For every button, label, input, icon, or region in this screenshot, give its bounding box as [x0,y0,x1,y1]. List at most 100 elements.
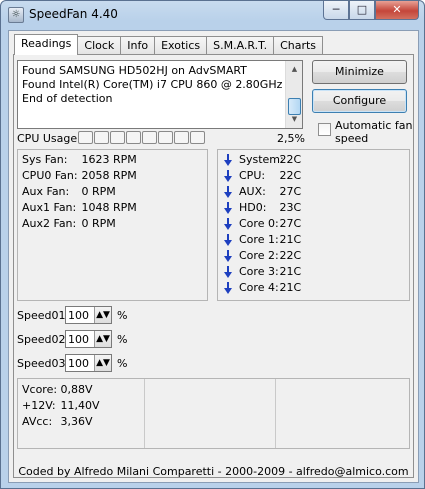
speed03-value[interactable]: 100 [68,357,89,370]
status-bar: Coded by Alfredo Milani Comparetti - 200… [18,465,409,478]
minimize-button[interactable]: Minimize [312,60,407,84]
detection-log[interactable]: Found SAMSUNG HD502HJ on AdvSMART Found … [17,60,303,129]
temperature-name: Core 2: [239,249,279,262]
speed02-unit: % [117,333,128,346]
arrow-down-icon [224,201,233,214]
temperature-name: Core 1: [239,233,279,246]
close-window-button[interactable]: ✕ [375,1,419,20]
speed01-unit: % [117,309,128,322]
minimize-window-button[interactable]: ─ [323,1,349,20]
temperature-value: 27C [279,185,302,198]
temperature-row: System: 22C [224,153,301,166]
arrow-down-icon [224,265,233,278]
arrow-down-icon [224,185,233,198]
cpu-core-meter [78,131,93,144]
fan-row: Aux Fan: 0 RPM [22,185,116,198]
configure-button[interactable]: Configure [312,89,407,113]
fan-row: Sys Fan: 1623 RPM [22,153,137,166]
cpu-core-meter [110,131,125,144]
voltages-group: Vcore: 0,88V +12V: 11,40V AVcc: 3,36V [17,378,410,449]
temperature-value: 22C [279,169,302,182]
log-line: End of detection [22,92,113,105]
temperature-value: 21C [279,233,302,246]
temperature-row: Core 1: 21C [224,233,301,246]
fan-value: 0 RPM [81,185,116,198]
scroll-up-icon[interactable]: ▲ [287,62,302,77]
maximize-window-button[interactable]: □ [349,1,375,20]
temperature-row: Core 4: 21C [224,281,301,294]
cpu-usage-label: CPU Usage [17,132,78,145]
cpu-usage-percent: 2,5% [277,132,305,145]
speed03-unit: % [117,357,128,370]
temperature-value: 23C [279,201,302,214]
tab-info[interactable]: Info [120,36,156,55]
tab-exotics[interactable]: Exotics [154,36,208,55]
temperature-name: Core 4: [239,281,279,294]
log-scrollbar[interactable]: ▲ ▼ [285,61,302,128]
temperature-name: Core 3: [239,265,279,278]
speedfan-window: ☼ SpeedFan 4.40 ─ □ ✕ Readings Clock Inf… [0,0,425,489]
automatic-fan-speed-checkbox[interactable] [318,123,331,136]
cpu-core-meter [174,131,189,144]
speed02-value[interactable]: 100 [68,333,89,346]
tab-smart[interactable]: S.M.A.R.T. [206,36,275,55]
arrow-down-icon [224,217,233,230]
fan-name: Aux1 Fan: [22,201,77,214]
tab-readings[interactable]: Readings [14,34,79,55]
log-line: Found Intel(R) Core(TM) i7 CPU 860 @ 2.8… [22,78,283,91]
temperature-value: 21C [279,281,302,294]
fan-row: Aux2 Fan: 0 RPM [22,217,116,230]
temperature-row: CPU: 22C [224,169,301,182]
client-area: Readings Clock Info Exotics S.M.A.R.T. C… [8,30,419,483]
cpu-core-meter [94,131,109,144]
speed03-spinbox[interactable]: 100 ▲▼ [65,354,112,372]
temperature-name: Core 0: [239,217,279,230]
temperature-value: 22C [279,153,302,166]
spin-arrows-icon[interactable]: ▲▼ [94,355,111,371]
arrow-down-icon [224,249,233,262]
voltage-value: 0,88V [60,383,93,396]
speed01-spinbox[interactable]: 100 ▲▼ [65,306,112,324]
temperature-row: Core 2: 22C [224,249,301,262]
arrow-down-icon [224,233,233,246]
voltage-row: AVcc: 3,36V [22,415,93,428]
cpu-core-meter [158,131,173,144]
window-controls: ─ □ ✕ [323,1,419,20]
fan-name: Aux2 Fan: [22,217,77,230]
voltage-column-divider [275,379,276,448]
tab-clock[interactable]: Clock [77,36,122,55]
fan-row: CPU0 Fan: 2058 RPM [22,169,137,182]
speed02-spinbox[interactable]: 100 ▲▼ [65,330,112,348]
speed01-label: Speed01: [17,309,70,322]
cpu-core-meter [190,131,205,144]
arrow-down-icon [224,169,233,182]
spin-arrows-icon[interactable]: ▲▼ [94,307,111,323]
tab-strip: Readings Clock Info Exotics S.M.A.R.T. C… [14,34,324,55]
temperature-row: Core 0: 27C [224,217,301,230]
window-title: SpeedFan 4.40 [29,7,118,21]
voltage-row: Vcore: 0,88V [22,383,93,396]
temperature-value: 22C [279,249,302,262]
temperature-name: HD0: [239,201,267,214]
cpu-usage-meter [78,131,206,144]
fan-value: 2058 RPM [81,169,137,182]
scroll-down-icon[interactable]: ▼ [287,112,302,127]
speedfan-app-icon[interactable]: ☼ [8,7,24,23]
temperature-value: 27C [279,217,302,230]
temperature-name: System: [239,153,284,166]
fan-name: Aux Fan: [22,185,70,198]
title-bar[interactable]: ☼ SpeedFan 4.40 ─ □ ✕ [1,1,424,28]
temperature-row: AUX: 27C [224,185,301,198]
spin-arrows-icon[interactable]: ▲▼ [94,331,111,347]
tab-charts[interactable]: Charts [273,36,324,55]
fan-speeds-group: Sys Fan: 1623 RPM CPU0 Fan: 2058 RPM Aux… [17,149,208,301]
temperature-name: CPU: [239,169,266,182]
temperature-row: Core 3: 21C [224,265,301,278]
speed03-label: Speed03: [17,357,70,370]
arrow-down-icon [224,281,233,294]
speed01-value[interactable]: 100 [68,309,89,322]
temperature-value: 21C [279,265,302,278]
voltage-row: +12V: 11,40V [22,399,100,412]
fan-name: Sys Fan: [22,153,68,166]
voltage-name: +12V: [22,399,56,412]
